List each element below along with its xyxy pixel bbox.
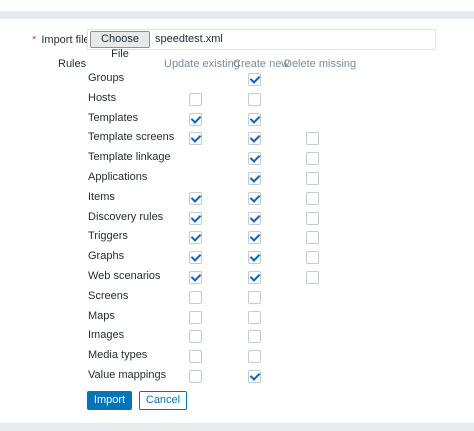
delete-missing-checkbox[interactable]: [306, 132, 319, 145]
rule-row: Groups: [0, 72, 474, 86]
create-new-checkbox[interactable]: [248, 370, 261, 383]
rule-label: Applications: [88, 171, 148, 183]
create-new-checkbox[interactable]: [248, 172, 261, 185]
create-new-checkbox[interactable]: [248, 350, 261, 363]
create-new-checkbox[interactable]: [248, 192, 261, 205]
file-input[interactable]: Choose File speedtest.xml: [87, 29, 436, 60]
rule-row: Discovery rules: [0, 211, 474, 225]
import-file-label: * Import file: [32, 34, 90, 46]
required-marker: *: [32, 34, 37, 46]
update-existing-checkbox[interactable]: [189, 132, 202, 145]
create-new-checkbox[interactable]: [248, 152, 261, 165]
update-existing-checkbox[interactable]: [189, 311, 202, 324]
update-existing-checkbox[interactable]: [189, 113, 202, 126]
rule-row: Templates: [0, 112, 474, 126]
rule-row: Template screens: [0, 131, 474, 145]
create-new-checkbox[interactable]: [248, 73, 261, 86]
delete-missing-checkbox[interactable]: [306, 271, 319, 284]
create-new-checkbox[interactable]: [248, 231, 261, 244]
rule-row: Graphs: [0, 250, 474, 264]
import-file-label-text: Import file: [41, 34, 90, 46]
rule-label: Discovery rules: [88, 211, 164, 223]
delete-missing-checkbox[interactable]: [306, 231, 319, 244]
rule-row: Template linkage: [0, 151, 474, 165]
rule-row: Applications: [0, 171, 474, 185]
rule-label: Items: [88, 191, 115, 203]
rule-label: Web scenarios: [88, 270, 161, 282]
delete-missing-checkbox[interactable]: [306, 251, 319, 264]
create-new-checkbox[interactable]: [248, 271, 261, 284]
create-new-checkbox[interactable]: [248, 93, 261, 106]
cancel-button[interactable]: Cancel: [139, 391, 187, 410]
bottom-separator-bar: [0, 423, 474, 431]
rule-label: Template screens: [88, 131, 175, 143]
rule-label: Graphs: [88, 250, 125, 262]
update-existing-checkbox[interactable]: [189, 93, 202, 106]
update-existing-checkbox[interactable]: [189, 231, 202, 244]
rule-row: Images: [0, 329, 474, 343]
create-new-checkbox[interactable]: [248, 212, 261, 225]
update-existing-checkbox[interactable]: [189, 212, 202, 225]
rule-row: Value mappings: [0, 369, 474, 383]
rule-row: Maps: [0, 310, 474, 324]
delete-missing-checkbox[interactable]: [306, 152, 319, 165]
delete-missing-checkbox[interactable]: [306, 172, 319, 185]
column-header-create-new: Create new: [233, 58, 290, 70]
rule-label: Groups: [88, 72, 125, 84]
delete-missing-checkbox[interactable]: [306, 212, 319, 225]
update-existing-checkbox[interactable]: [189, 291, 202, 304]
rules-label: Rules: [58, 58, 87, 70]
choose-file-button[interactable]: Choose File: [90, 31, 150, 60]
delete-missing-checkbox[interactable]: [306, 192, 319, 205]
rule-label: Maps: [88, 310, 115, 322]
rule-label: Screens: [88, 290, 129, 302]
update-existing-checkbox[interactable]: [189, 350, 202, 363]
selected-file-name: speedtest.xml: [155, 33, 223, 45]
rule-label: Templates: [88, 112, 139, 124]
rule-row: Web scenarios: [0, 270, 474, 284]
update-existing-checkbox[interactable]: [189, 370, 202, 383]
rule-label: Hosts: [88, 92, 117, 104]
rule-label: Template linkage: [88, 151, 171, 163]
rule-row: Hosts: [0, 92, 474, 106]
update-existing-checkbox[interactable]: [189, 192, 202, 205]
rule-row: Items: [0, 191, 474, 205]
update-existing-checkbox[interactable]: [189, 251, 202, 264]
rule-label: Triggers: [88, 230, 128, 242]
import-button[interactable]: Import: [87, 391, 132, 410]
update-existing-checkbox[interactable]: [189, 330, 202, 343]
create-new-checkbox[interactable]: [248, 311, 261, 324]
create-new-checkbox[interactable]: [248, 291, 261, 304]
create-new-checkbox[interactable]: [248, 251, 261, 264]
rule-label: Media types: [88, 349, 148, 361]
rule-label: Value mappings: [88, 369, 167, 381]
create-new-checkbox[interactable]: [248, 113, 261, 126]
rule-row: Triggers: [0, 230, 474, 244]
column-header-delete-missing: Delete missing: [284, 58, 357, 70]
rule-label: Images: [88, 329, 125, 341]
rule-row: Media types: [0, 349, 474, 363]
top-separator-bar: [0, 11, 474, 19]
create-new-checkbox[interactable]: [248, 330, 261, 343]
update-existing-checkbox[interactable]: [189, 271, 202, 284]
rule-row: Screens: [0, 290, 474, 304]
create-new-checkbox[interactable]: [248, 132, 261, 145]
column-header-update-existing: Update existing: [164, 58, 240, 70]
